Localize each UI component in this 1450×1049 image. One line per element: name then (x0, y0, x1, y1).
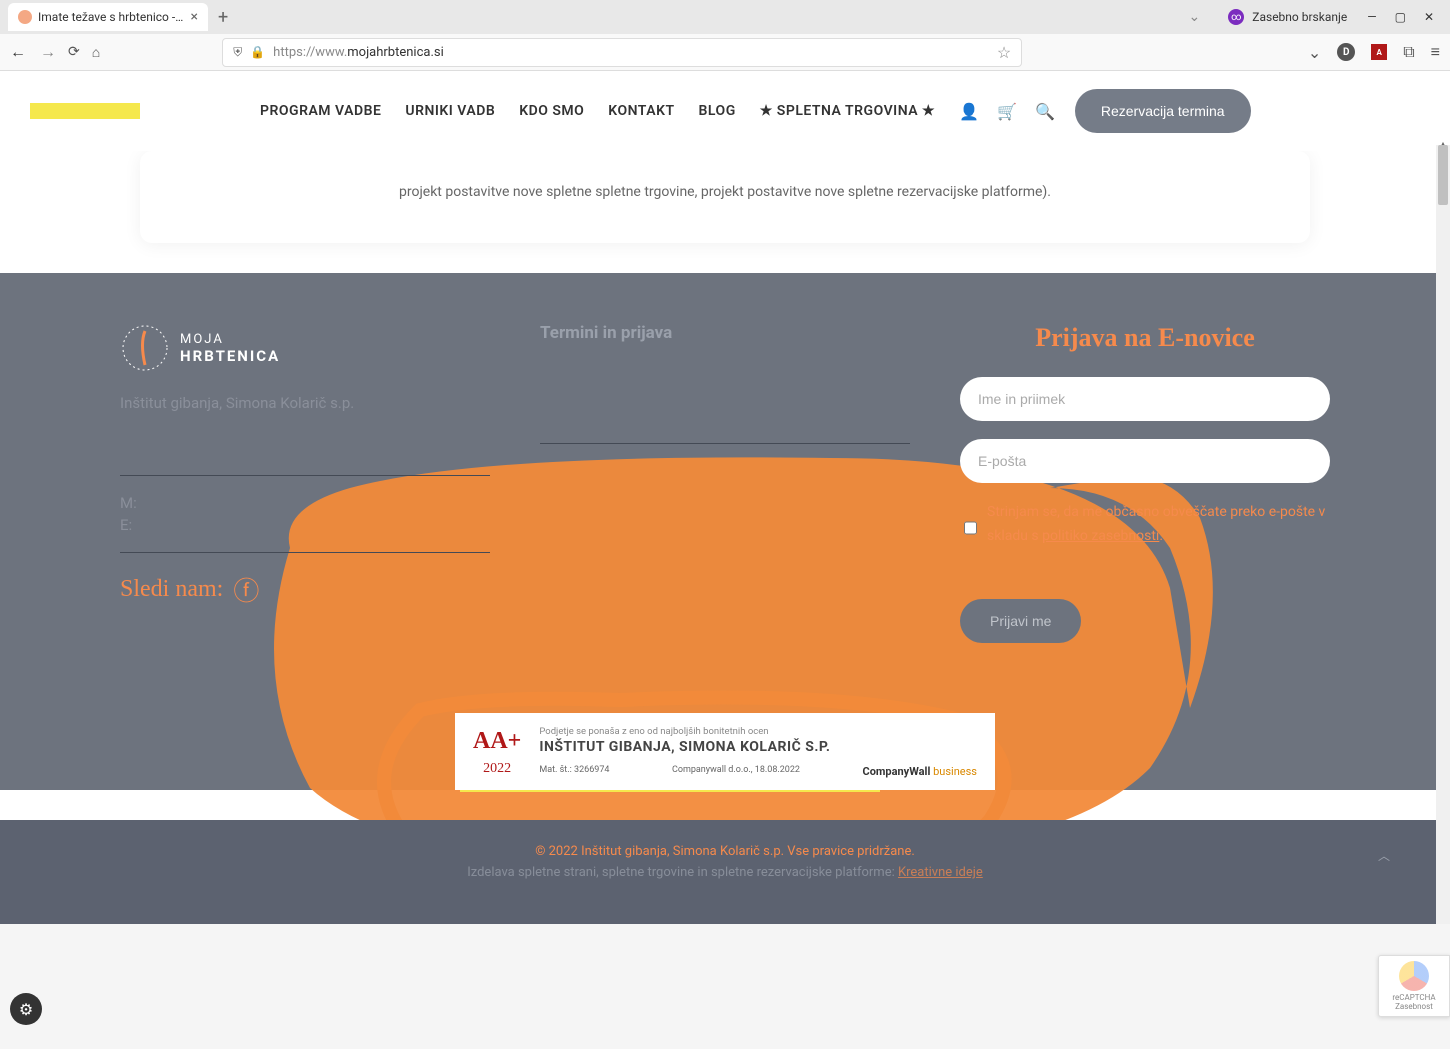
lock-icon[interactable]: 🔒 (250, 45, 265, 59)
cert-year: 2022 (473, 759, 521, 779)
browser-toolbar: ← → ⟳ ⌂ ⛨ 🔒 https://www.mojahrbtenica.si… (0, 34, 1450, 70)
card-text: projekt postavitve nove spletne spletne … (180, 181, 1270, 203)
pocket-icon[interactable]: ⌄ (1308, 43, 1321, 62)
close-window-icon[interactable]: ✕ (1424, 10, 1434, 24)
forward-icon: → (40, 42, 56, 62)
divider (120, 552, 490, 553)
terms-heading: Termini in prijava (540, 323, 910, 343)
search-icon[interactable]: 🔍 (1035, 102, 1055, 121)
email-label: E: (120, 516, 490, 534)
nav-program[interactable]: PROGRAM VADBE (260, 103, 381, 119)
recaptcha-badge[interactable]: reCAPTCHA Zasebnost (1378, 955, 1450, 1017)
cookie-settings-icon[interactable]: ⚙ (10, 993, 42, 1025)
recaptcha-privacy: Zasebnost (1395, 1002, 1433, 1011)
name-input[interactable] (960, 377, 1330, 421)
nav-urniki[interactable]: URNIKI VADB (405, 103, 495, 119)
extensions-icon[interactable]: ⧉ (1403, 42, 1414, 62)
footer-section: MOJA HRBTENICA Inštitut gibanja, Simona … (0, 273, 1450, 790)
cert-tagline: Podjetje se ponaša z eno od najboljših b… (539, 726, 977, 737)
cert-banner: AA+ 2022 Podjetje se ponaša z eno od naj… (455, 713, 995, 790)
tab-title: Imate težave s hrbtenico - Moja (38, 10, 185, 24)
newsletter-heading: Prijava na E-novice (960, 323, 1330, 353)
copyright-text: © 2022 Inštitut gibanja, Simona Kolarič … (0, 844, 1450, 859)
nav-trgovina[interactable]: ★ SPLETNA TRGOVINA ★ (760, 103, 935, 119)
footer-logo: MOJA HRBTENICA (120, 323, 490, 373)
site-header: PROGRAM VADBE URNIKI VADB KDO SMO KONTAK… (0, 71, 1450, 151)
maximize-icon[interactable]: ▢ (1395, 10, 1406, 24)
scroll-top-icon[interactable]: ︿ (1378, 847, 1390, 864)
consent-checkbox[interactable] (964, 507, 977, 549)
recaptcha-label: reCAPTCHA (1392, 993, 1435, 1002)
email-input[interactable] (960, 439, 1330, 483)
pdf-icon[interactable]: A (1371, 44, 1387, 60)
nav-kdo-smo[interactable]: KDO SMO (519, 103, 584, 119)
browser-tab[interactable]: Imate težave s hrbtenico - Moja × (8, 3, 208, 31)
cert-issuer: Companywall d.o.o., 18.08.2022 (672, 765, 800, 778)
url-bar[interactable]: ⛨ 🔒 https://www.mojahrbtenica.si ☆ (222, 38, 1022, 67)
logo-text-2: HRBTENICA (180, 347, 280, 365)
content-card: projekt postavitve nove spletne spletne … (140, 151, 1310, 243)
main-nav: PROGRAM VADBE URNIKI VADB KDO SMO KONTAK… (260, 103, 935, 119)
minimize-icon[interactable]: — (1367, 10, 1376, 24)
cert-rating: AA+ (473, 725, 521, 759)
bookmark-star-icon[interactable]: ☆ (997, 43, 1011, 62)
shield-icon[interactable]: ⛨ (233, 45, 242, 60)
logo-highlight (30, 103, 140, 119)
recaptcha-icon (1399, 961, 1429, 991)
url-text: https://www.mojahrbtenica.si (273, 45, 444, 60)
reload-icon[interactable]: ⟳ (68, 44, 80, 60)
page-content: PROGRAM VADBE URNIKI VADB KDO SMO KONTAK… (0, 71, 1450, 924)
private-mask-icon: ∞ (1228, 9, 1244, 25)
spine-logo-icon (120, 323, 170, 373)
reservation-button[interactable]: Rezervacija termina (1075, 89, 1251, 133)
scrollbar-thumb[interactable] (1438, 145, 1448, 205)
tab-bar: Imate težave s hrbtenico - Moja × + ⌄ ∞ … (0, 0, 1450, 34)
privacy-link[interactable]: politiko zasebnosti (1042, 528, 1159, 544)
mobile-label: M: (120, 494, 490, 512)
cert-company: INŠTITUT GIBANJA, SIMONA KOLARIČ S.P. (539, 739, 977, 755)
extension-d-icon[interactable]: D (1337, 43, 1355, 61)
home-icon[interactable]: ⌂ (92, 44, 100, 61)
close-tab-icon[interactable]: × (191, 9, 198, 25)
footer-col-2: Termini in prijava (540, 323, 910, 643)
user-icon[interactable]: 👤 (959, 102, 979, 121)
footer-col-1: MOJA HRBTENICA Inštitut gibanja, Simona … (120, 323, 490, 643)
footer-col-3: Prijava na E-novice Strinjam se, da me o… (960, 323, 1330, 643)
divider (120, 475, 490, 476)
facebook-icon[interactable]: ⓕ (233, 571, 259, 608)
private-browsing-label: Zasebno brskanje (1252, 10, 1347, 24)
nav-kontakt[interactable]: KONTAKT (608, 103, 674, 119)
nav-blog[interactable]: BLOG (699, 103, 736, 119)
follow-us-label: Sledi nam: (120, 576, 223, 603)
cert-mat: Mat. št.: 3266974 (539, 765, 609, 778)
new-tab-button[interactable]: + (218, 7, 228, 28)
tabs-dropdown-icon[interactable]: ⌄ (1189, 9, 1201, 25)
companywall-logo: CompanyWall business (863, 765, 977, 778)
company-name: Inštitut gibanja, Simona Kolarič s.p. (120, 391, 490, 415)
tab-favicon-icon (18, 10, 32, 24)
credit-link[interactable]: Kreativne ideje (898, 865, 983, 880)
logo-text-1: MOJA (180, 332, 280, 347)
divider (540, 443, 910, 444)
browser-chrome: Imate težave s hrbtenico - Moja × + ⌄ ∞ … (0, 0, 1450, 71)
consent-text: Strinjam se, da me občasno obveščate pre… (987, 501, 1326, 549)
bottom-bar: © 2022 Inštitut gibanja, Simona Kolarič … (0, 820, 1450, 924)
cart-icon[interactable]: 🛒 (997, 102, 1017, 121)
credit-text: Izdelava spletne strani, spletne trgovin… (0, 865, 1450, 880)
back-icon[interactable]: ← (10, 42, 26, 62)
menu-icon[interactable]: ≡ (1431, 42, 1440, 62)
subscribe-button[interactable]: Prijavi me (960, 599, 1081, 643)
scrollbar[interactable]: ▴ (1436, 145, 1450, 924)
